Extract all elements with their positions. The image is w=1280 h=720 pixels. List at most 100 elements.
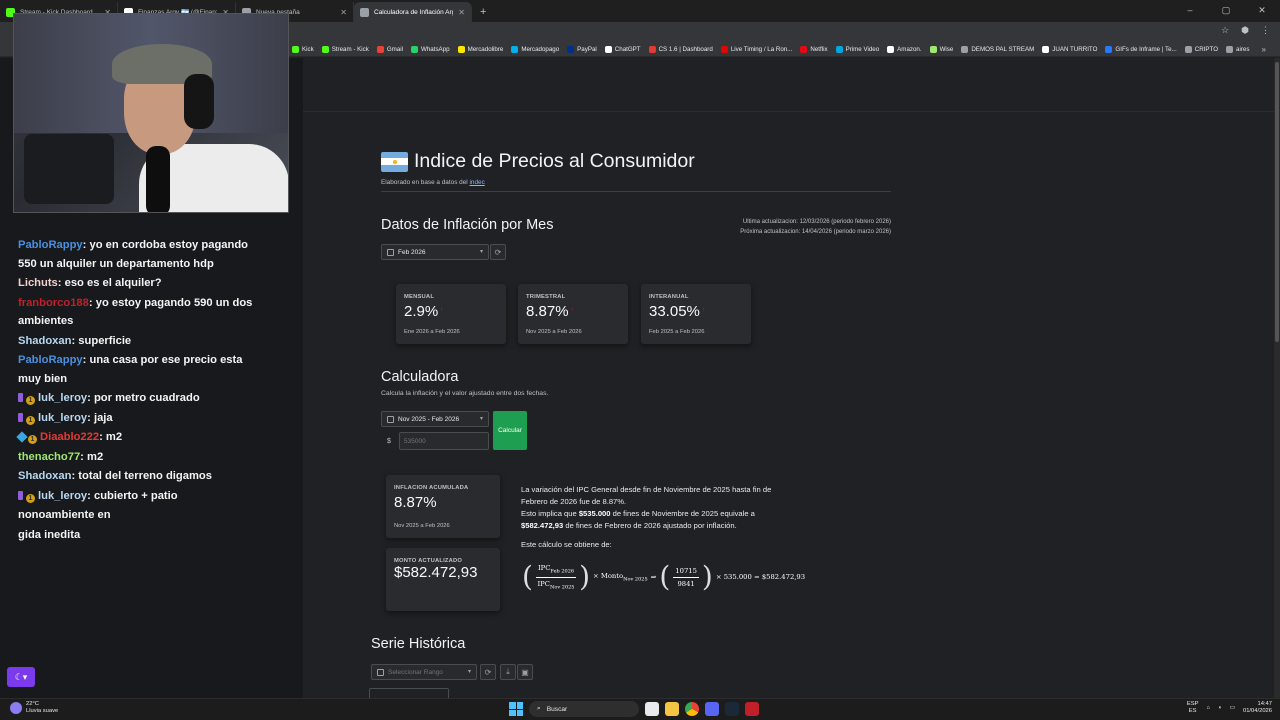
bookmark-item[interactable]: CRIPTO	[1184, 45, 1218, 53]
star-icon[interactable]: ☆	[1221, 25, 1229, 36]
bookmark-item[interactable]: Kick	[292, 45, 314, 53]
card-label: TRIMESTRAL	[526, 294, 566, 300]
chat-message: 1 luk_leroy: jaja	[14, 409, 254, 428]
scrollbar-thumb[interactable]	[1275, 62, 1279, 342]
weather-widget[interactable]: 22°C Lluvia suave	[10, 701, 58, 715]
download-button[interactable]: ⤓	[500, 664, 516, 680]
close-window-icon[interactable]: ✕	[1244, 0, 1280, 20]
bookmark-icon	[604, 45, 612, 53]
bookmark-item[interactable]: Gmail	[376, 45, 403, 53]
chat-username[interactable]: Lichuts	[18, 277, 58, 289]
range-select[interactable]: Nov 2025 - Feb 2026 ▾	[381, 411, 489, 427]
taskbar-search[interactable]: ⌕ Buscar	[529, 701, 639, 717]
bookmark-item[interactable]: Mercadopago	[511, 45, 559, 53]
divider	[381, 191, 891, 192]
extension-icon[interactable]: ⬢	[1241, 25, 1249, 36]
bookmark-item[interactable]: Wise	[929, 45, 953, 53]
bookmark-item[interactable]: CS 1.6 | Dashboard	[648, 45, 713, 53]
refresh-icon: ⟳	[484, 667, 492, 677]
chat-username[interactable]: PabloRappy	[18, 354, 83, 366]
bookmark-item[interactable]: PayPal	[567, 45, 597, 53]
bookmark-item[interactable]: Netflix	[800, 45, 828, 53]
minimize-icon[interactable]: –	[1172, 0, 1208, 20]
bookmark-label: ChatGPT	[614, 45, 641, 53]
browser-tab[interactable]: Calculadora de Inflación Argentina ✕	[354, 2, 472, 22]
serie-range-select[interactable]: Seleccionar Rango ▾	[371, 664, 477, 680]
serie-tab-partial[interactable]	[369, 688, 449, 698]
numeric-ratio: 10715 9841	[673, 567, 699, 588]
maximize-icon[interactable]: ▢	[1208, 0, 1244, 20]
coin-badge-icon: 1	[28, 435, 37, 444]
bookmark-item[interactable]: JUAN TURRITO	[1042, 45, 1097, 53]
chevron-down-icon: ▾	[479, 416, 483, 422]
bookmark-item[interactable]: aires	[1226, 45, 1249, 53]
bookmark-item[interactable]: DEMOS PAL STREAM	[961, 45, 1034, 53]
amount-input[interactable]	[399, 432, 489, 450]
sub-badge-icon	[18, 412, 23, 422]
chat-username[interactable]: Shadoxan	[18, 470, 71, 482]
bookmark-item[interactable]: ChatGPT	[604, 45, 641, 53]
taskbar: 22°C Lluvia suave ⌕ Buscar ESP ES ⌂ ◖ ▭ 14:…	[0, 698, 1280, 720]
task-view-icon[interactable]	[645, 702, 659, 716]
bookmark-item[interactable]: Stream - Kick	[321, 45, 369, 53]
image-button[interactable]: ▣	[517, 664, 533, 680]
chat-username[interactable]: franborco188	[18, 297, 89, 309]
chat-username[interactable]: luk_leroy	[38, 392, 87, 404]
formula-paren: )	[579, 560, 591, 593]
menu-icon[interactable]: ⋮	[1261, 25, 1270, 36]
calculate-button[interactable]: Calcular	[493, 411, 527, 450]
result-line-1: La variación del IPC General desde fin d…	[521, 485, 772, 506]
battery-icon[interactable]: ▭	[1230, 705, 1235, 711]
chat-username[interactable]: Shadoxan	[18, 335, 71, 347]
bookmarks-overflow-icon[interactable]: »	[1262, 45, 1266, 54]
coin-badge-icon: 1	[26, 396, 35, 405]
bookmark-icon	[929, 45, 937, 53]
bookmark-item[interactable]: GIFs de Inframe | Te...	[1105, 45, 1177, 53]
close-icon[interactable]: ✕	[340, 8, 347, 17]
gem-badge-icon	[16, 431, 28, 443]
bookmark-icon	[1226, 45, 1234, 53]
refresh-button[interactable]: ⟳	[490, 244, 506, 260]
card-value: 2.9% ↑	[404, 303, 444, 320]
bookmark-icon	[1184, 45, 1192, 53]
steam-icon[interactable]	[725, 702, 739, 716]
bookmark-item[interactable]: Amazon.	[887, 45, 922, 53]
formula: ( IPCFeb 2026 IPCNov 2025 ) × MontoNov 2…	[522, 561, 805, 593]
sub-badge-icon	[18, 490, 23, 500]
new-tab-button[interactable]: +	[472, 2, 494, 22]
chat-username[interactable]: Diaablo222	[40, 431, 99, 443]
calendar-icon	[387, 248, 394, 256]
serie-refresh-button[interactable]: ⟳	[480, 664, 496, 680]
app-icon[interactable]	[745, 702, 759, 716]
scrollbar[interactable]	[1274, 58, 1280, 698]
card-label: INFLACION ACUMULADA	[394, 485, 469, 491]
bookmark-item[interactable]: Mercadolibre	[457, 45, 504, 53]
sub-badge-icon	[18, 393, 23, 402]
bookmark-label: Mercadolibre	[467, 45, 504, 53]
subtitle-text: Elaborado en base a datos del	[381, 179, 470, 186]
chat-username[interactable]: thenacho77	[18, 451, 80, 463]
taskbar-apps: ⌕ Buscar	[509, 701, 759, 717]
bookmark-item[interactable]: Live Timing / La Ron...	[720, 45, 792, 53]
language-indicator[interactable]: ESP ES	[1187, 701, 1199, 715]
theme-toggle-button[interactable]: ☾▾	[7, 667, 35, 687]
month-select[interactable]: Feb 2026 ▾	[381, 244, 489, 260]
chat-username[interactable]: luk_leroy	[38, 412, 87, 424]
file-explorer-icon[interactable]	[665, 702, 679, 716]
windows-start-icon[interactable]	[509, 702, 523, 716]
chat-username[interactable]: luk_leroy	[38, 490, 87, 502]
trend-up-icon: ↑	[440, 307, 444, 313]
bookmark-item[interactable]: WhatsApp	[411, 45, 450, 53]
bookmark-item[interactable]: Prime Video	[835, 45, 879, 53]
discord-icon[interactable]	[705, 702, 719, 716]
network-icon[interactable]: ⌂	[1206, 705, 1210, 711]
refresh-icon: ⟳	[494, 247, 502, 257]
chrome-icon[interactable]	[685, 702, 699, 716]
chat-username[interactable]: PabloRappy	[18, 239, 83, 251]
clock[interactable]: 14:47 01/04/2026	[1243, 701, 1272, 715]
close-icon[interactable]: ✕	[458, 8, 465, 17]
indec-link[interactable]: indec	[469, 179, 484, 186]
volume-icon[interactable]: ◖	[1218, 705, 1222, 711]
chat-message: Lichuts: eso es el alquiler?	[14, 274, 254, 293]
chat-feed: PabloRappy: yo en cordoba estoy pagando …	[14, 236, 254, 545]
